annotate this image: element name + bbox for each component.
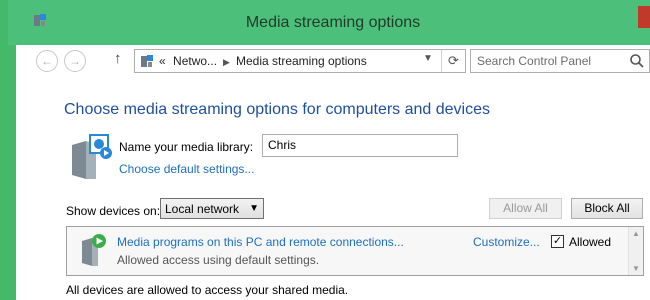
media-device-icon	[82, 234, 106, 266]
close-button[interactable]	[638, 6, 650, 28]
breadcrumb: « Netwo... ▶ Media streaming options	[159, 54, 367, 68]
refresh-icon[interactable]: ⟳	[441, 50, 465, 72]
chevron-down-icon: ▼	[249, 203, 259, 214]
device-status: Allowed access using default settings.	[117, 253, 320, 267]
back-arrow-icon[interactable]: ←	[36, 50, 58, 72]
library-name-input[interactable]: Chris	[262, 134, 458, 157]
device-list: Media programs on this PC and remote con…	[66, 226, 644, 276]
search-input[interactable]: Search Control Panel	[470, 49, 650, 73]
client-area: ← → ↑ « Netwo... ▶ Media streaming options…	[16, 45, 650, 300]
navigation-bar: ← → ↑ « Netwo... ▶ Media streaming options…	[16, 45, 650, 77]
search-icon[interactable]	[629, 53, 645, 69]
control-panel-icon	[141, 55, 153, 67]
search-placeholder: Search Control Panel	[477, 54, 592, 68]
breadcrumb-item-network[interactable]: Netwo...	[173, 54, 217, 68]
breadcrumb-item-current[interactable]: Media streaming options	[236, 54, 367, 68]
show-devices-select[interactable]: Local network ▼	[160, 198, 264, 219]
allowed-checkbox[interactable]: ✓	[551, 235, 564, 248]
address-bar[interactable]: « Netwo... ▶ Media streaming options ▼ ⟳	[134, 49, 466, 73]
window: Media streaming options ← → ↑ « Netwo...…	[0, 0, 650, 300]
sharing-status-text: All devices are allowed to access your s…	[66, 283, 349, 297]
show-devices-value: Local network	[165, 202, 240, 216]
customize-link[interactable]: Customize...	[473, 235, 540, 249]
list-scrollbar[interactable]: ▲ ▼	[628, 227, 643, 275]
scroll-down-icon[interactable]: ▼	[632, 264, 640, 273]
library-name-label: Name your media library:	[119, 140, 254, 154]
media-library-icon	[72, 134, 112, 179]
chevron-down-icon[interactable]: ▼	[423, 53, 433, 64]
window-title: Media streaming options	[245, 14, 421, 31]
show-devices-label: Show devices on:	[66, 204, 161, 218]
breadcrumb-separator-icon[interactable]: ▶	[223, 57, 230, 67]
device-name-link[interactable]: Media programs on this PC and remote con…	[117, 235, 404, 249]
allowed-label[interactable]: Allowed	[569, 235, 611, 249]
breadcrumb-overflow[interactable]: «	[159, 54, 166, 68]
choose-default-settings-link[interactable]: Choose default settings...	[119, 162, 254, 176]
title-bar[interactable]: Media streaming options	[8, 0, 650, 45]
page-title: Choose media streaming options for compu…	[64, 101, 490, 118]
scroll-up-icon[interactable]: ▲	[632, 229, 640, 238]
allow-all-button[interactable]: Allow All	[489, 198, 562, 219]
forward-arrow-icon[interactable]: →	[64, 50, 86, 72]
up-arrow-icon[interactable]: ↑	[114, 50, 122, 67]
block-all-button[interactable]: Block All	[571, 198, 643, 219]
